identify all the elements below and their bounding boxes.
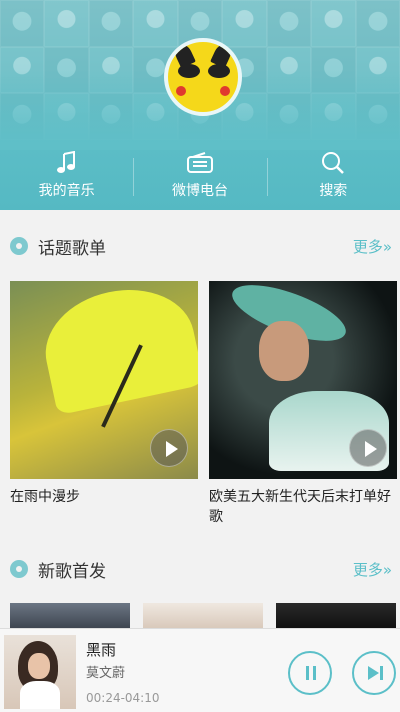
song-title: 黑雨 — [86, 641, 117, 659]
song-time: 00:24-04:10 — [86, 691, 160, 705]
next-button[interactable] — [352, 651, 396, 695]
user-avatar[interactable] — [164, 38, 242, 116]
topics-section-header: 话题歌单 更多» — [0, 226, 400, 266]
nav-weibo-radio[interactable]: 微博电台 — [133, 150, 266, 208]
new-songs-section-header: 新歌首发 更多» — [0, 549, 400, 589]
face-shape — [259, 321, 309, 381]
playlist-cover — [209, 281, 397, 479]
playlist-title: 在雨中漫步 — [10, 489, 80, 505]
nav-my-music[interactable]: 我的音乐 — [0, 150, 133, 208]
disc-icon — [10, 560, 28, 578]
cover-face — [28, 653, 50, 679]
section-title: 话题歌单 — [38, 238, 106, 259]
more-link[interactable]: 更多» — [353, 559, 392, 580]
avatar-cheek-right — [220, 86, 230, 96]
header-banner: 我的音乐 微博电台 搜索 — [0, 0, 400, 210]
pause-button[interactable] — [288, 651, 332, 695]
more-link[interactable]: 更多» — [353, 236, 392, 257]
music-note-icon — [56, 150, 78, 176]
playlist-title: 欧美五大新生代天后末打单好歌 — [209, 489, 391, 525]
avatar-cheek-left — [176, 86, 186, 96]
playlist-card[interactable]: 在雨中漫步 — [10, 281, 198, 507]
cover-body — [20, 681, 60, 709]
playlist-card[interactable]: 欧美五大新生代天后末打单好歌 — [209, 281, 397, 527]
new-songs-row — [10, 603, 398, 628]
song-artist: 莫文蔚 — [86, 666, 126, 681]
mini-player[interactable]: 黑雨 莫文蔚 00:24-04:10 — [0, 628, 400, 712]
song-thumbnail[interactable] — [10, 603, 130, 628]
song-thumbnail[interactable] — [143, 603, 263, 628]
play-icon[interactable] — [349, 429, 387, 467]
section-title: 新歌首发 — [38, 561, 106, 582]
search-icon — [321, 150, 345, 176]
avatar-glasses — [178, 64, 230, 80]
play-icon[interactable] — [150, 429, 188, 467]
nav-my-music-label: 我的音乐 — [38, 183, 95, 199]
nav-search-label: 搜索 — [319, 183, 348, 199]
main-nav: 我的音乐 微博电台 搜索 — [0, 150, 400, 208]
playlist-cover — [10, 281, 198, 479]
radio-icon — [186, 150, 213, 176]
nav-weibo-radio-label: 微博电台 — [171, 183, 228, 199]
disc-icon — [10, 237, 28, 255]
nav-search[interactable]: 搜索 — [266, 150, 400, 208]
album-cover[interactable] — [4, 635, 76, 709]
song-thumbnail[interactable] — [276, 603, 396, 628]
